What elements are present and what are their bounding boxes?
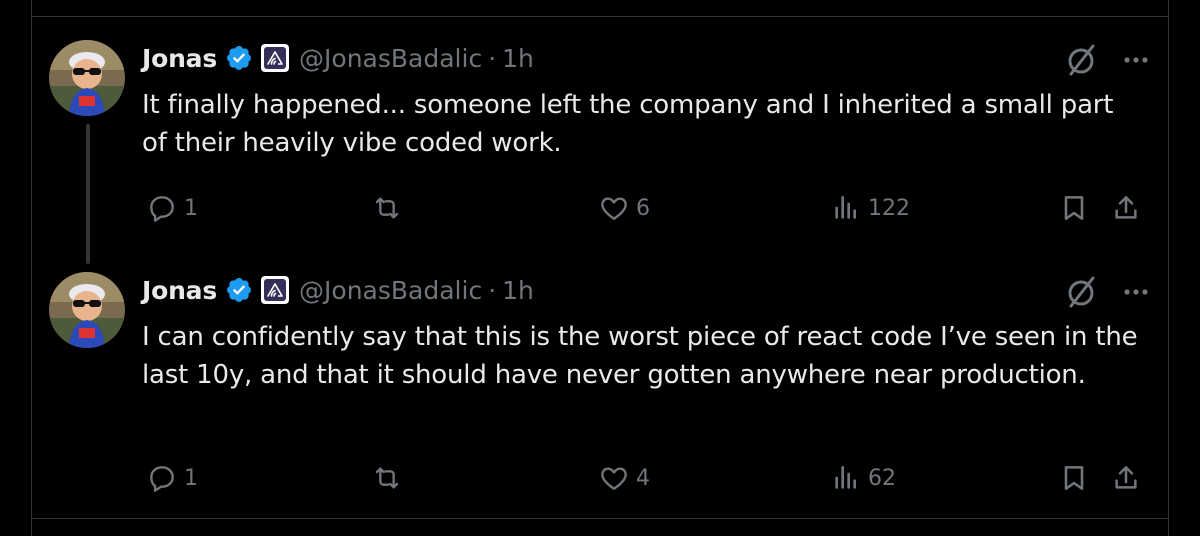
repost-button[interactable] xyxy=(370,192,404,224)
reply-count: 1 xyxy=(184,465,198,491)
top-divider xyxy=(31,16,1169,17)
share-icon xyxy=(1115,466,1137,489)
timestamp[interactable]: 1h xyxy=(502,276,534,305)
like-count: 4 xyxy=(636,465,650,491)
bookmark-icon xyxy=(1064,196,1084,220)
grok-icon[interactable] xyxy=(1062,272,1102,312)
share-button[interactable] xyxy=(1110,192,1142,224)
thread-line xyxy=(86,124,90,264)
sentry-logo-icon[interactable] xyxy=(261,44,290,72)
author-handle[interactable]: @JonasBadalic xyxy=(299,276,482,305)
tweet-header: Jonas @JonasBadalic · 1h xyxy=(142,38,534,78)
views-icon xyxy=(835,466,856,489)
reply-button[interactable]: 1 xyxy=(146,192,198,224)
author-name[interactable]: Jonas xyxy=(142,44,217,73)
reply-count: 1 xyxy=(184,195,198,221)
reply-icon xyxy=(150,466,174,492)
bottom-divider xyxy=(31,518,1169,519)
verified-badge-icon xyxy=(225,276,253,304)
like-button[interactable]: 4 xyxy=(598,462,650,494)
more-icon[interactable] xyxy=(1120,44,1152,76)
views-icon xyxy=(835,196,856,219)
share-button[interactable] xyxy=(1110,462,1142,494)
heart-icon xyxy=(601,467,627,490)
tweet-actions: 1 4 62 xyxy=(142,458,1162,498)
share-icon xyxy=(1115,196,1137,219)
tweet-header-actions xyxy=(1062,40,1152,80)
separator: · xyxy=(488,275,497,305)
like-count: 6 xyxy=(636,195,650,221)
repost-icon xyxy=(375,197,399,219)
like-button[interactable]: 6 xyxy=(598,192,650,224)
sentry-logo-icon[interactable] xyxy=(261,276,290,304)
grok-icon[interactable] xyxy=(1062,40,1102,80)
tweet-header-actions xyxy=(1062,272,1152,312)
views-count: 62 xyxy=(868,465,896,491)
tweet-actions: 1 6 122 xyxy=(142,188,1162,228)
reply-icon xyxy=(150,196,174,222)
timestamp[interactable]: 1h xyxy=(502,44,534,73)
bookmark-button[interactable] xyxy=(1058,462,1090,494)
author-handle[interactable]: @JonasBadalic xyxy=(299,44,482,73)
bookmark-icon xyxy=(1064,466,1084,490)
repost-button[interactable] xyxy=(370,462,404,494)
reply-button[interactable]: 1 xyxy=(146,462,198,494)
verified-badge-icon xyxy=(225,44,253,72)
views-button[interactable]: 62 xyxy=(830,462,896,494)
more-icon[interactable] xyxy=(1120,276,1152,308)
avatar[interactable] xyxy=(49,40,125,116)
heart-icon xyxy=(601,197,627,220)
views-count: 122 xyxy=(868,195,910,221)
repost-icon xyxy=(375,467,399,489)
separator: · xyxy=(488,43,497,73)
timeline-frame xyxy=(31,0,1169,536)
author-name[interactable]: Jonas xyxy=(142,276,217,305)
tweet-text: It finally happened... someone left the … xyxy=(142,90,1114,158)
views-button[interactable]: 122 xyxy=(830,192,910,224)
tweet-header: Jonas @JonasBadalic · 1h xyxy=(142,270,534,310)
avatar[interactable] xyxy=(49,272,125,348)
bookmark-button[interactable] xyxy=(1058,192,1090,224)
tweet-text: I can confidently say that this is the w… xyxy=(142,322,1138,390)
